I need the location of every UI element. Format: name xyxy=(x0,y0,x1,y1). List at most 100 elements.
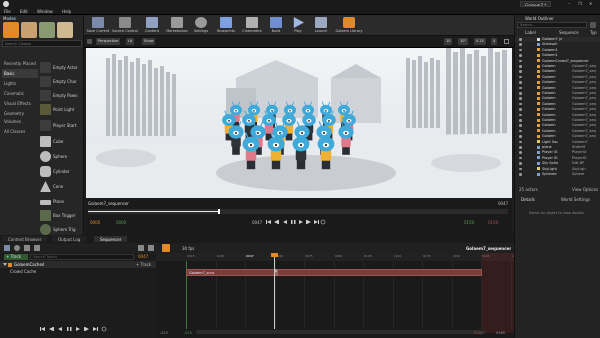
maximize-viewport-icon[interactable] xyxy=(504,39,509,44)
outliner-search-input[interactable]: Search... xyxy=(517,22,587,28)
col-label-header[interactable]: Label xyxy=(525,30,536,35)
visibility-eye-icon[interactable] xyxy=(519,162,522,165)
outliner-row[interactable]: Golaem Golaem7_seq xyxy=(515,134,600,139)
add-track-button[interactable]: + Track xyxy=(4,254,28,260)
visibility-eye-icon[interactable] xyxy=(519,173,522,176)
timeline-scrollbar[interactable] xyxy=(196,330,486,334)
outliner-row[interactable]: Golaem7 (e xyxy=(515,37,600,42)
menu-window[interactable]: Window xyxy=(33,8,57,15)
timeline-playhead[interactable] xyxy=(218,209,221,214)
outliner-row[interactable]: Golaem Golaem7_seq xyxy=(515,129,600,134)
category-recently-placed[interactable]: Recently Placed xyxy=(2,59,38,68)
paint-mode-icon[interactable] xyxy=(21,22,37,38)
outliner-row[interactable]: Light Sou Golaem7 xyxy=(515,140,600,145)
col-type-header[interactable]: Typ xyxy=(590,30,597,35)
source-control-button[interactable]: Source Control xyxy=(111,15,139,36)
place-plane[interactable]: Plane xyxy=(40,195,82,208)
track-row-golaem[interactable]: GolaemCached + Track xyxy=(0,261,156,268)
visibility-eye-icon[interactable] xyxy=(519,135,522,138)
place-box-trigger[interactable]: Box Trigger xyxy=(40,209,82,222)
play-button[interactable]: Play xyxy=(287,15,309,36)
details-tab[interactable]: Details xyxy=(521,197,535,202)
playhead-handle[interactable] xyxy=(271,253,278,257)
place-cube[interactable]: Cube xyxy=(40,135,82,148)
menu-help[interactable]: Help xyxy=(58,8,75,15)
visibility-eye-icon[interactable] xyxy=(519,65,522,68)
show-dropdown[interactable]: Show xyxy=(142,38,156,45)
sequencer-settings-icon[interactable] xyxy=(34,245,40,251)
sequencer-transport[interactable] xyxy=(40,326,110,332)
visibility-eye-icon[interactable] xyxy=(519,86,522,90)
place-player-start[interactable]: Player Start xyxy=(40,119,82,132)
scene-render[interactable] xyxy=(86,48,512,198)
outliner-row[interactable]: Golaem Golaem7_seq xyxy=(515,80,600,85)
build-button[interactable]: Build xyxy=(265,15,287,36)
viewport-timeline-bar[interactable] xyxy=(88,209,508,214)
outliner-row[interactable]: Golaem Golaem7_seq xyxy=(515,91,600,96)
category-lights[interactable]: Lights xyxy=(2,79,38,88)
outliner-row[interactable]: Golaem Golaem7_seq xyxy=(515,86,600,91)
outliner-row[interactable]: Golaem Golaem7_seq xyxy=(515,96,600,101)
category-all-classes[interactable]: All Classes xyxy=(2,127,38,136)
world-settings-tab[interactable]: World Settings xyxy=(561,197,590,202)
visibility-eye-icon[interactable] xyxy=(519,75,522,79)
visibility-eye-icon[interactable] xyxy=(519,59,522,63)
sequencer-render-icon[interactable] xyxy=(24,245,30,251)
place-empty-character[interactable]: Empty Char xyxy=(40,75,82,88)
outliner-row[interactable]: Player St PlayerSt xyxy=(515,156,600,161)
outliner-row[interactable]: Golaem Golaem7_seq xyxy=(515,118,600,123)
fps-dropdown[interactable]: 30 fps xyxy=(182,246,194,251)
visibility-eye-icon[interactable] xyxy=(519,70,522,73)
track-row-crowd-cache[interactable]: Crowd Cache xyxy=(10,269,36,274)
place-cylinder[interactable]: Cylinder xyxy=(40,165,82,178)
settings-button[interactable]: Settings xyxy=(190,15,212,36)
cinematics-button[interactable]: Cinematics xyxy=(239,15,265,36)
minimize-button[interactable]: – xyxy=(568,1,570,6)
visibility-eye-icon[interactable] xyxy=(519,119,522,122)
sequencer-find-icon[interactable] xyxy=(14,245,20,251)
viewport-transport-controls[interactable] xyxy=(266,219,326,225)
grid-snap-value[interactable]: 10 xyxy=(444,38,453,45)
visibility-eye-icon[interactable] xyxy=(519,48,522,52)
launch-button[interactable]: Launch xyxy=(310,15,332,36)
col-sequence-header[interactable]: Sequence xyxy=(559,30,579,35)
outliner-row[interactable]: Sky Sphe Edit BP xyxy=(515,161,600,166)
outliner-row[interactable]: Golaem Golaem7_seq xyxy=(515,123,600,128)
rotation-snap-value[interactable]: 10° xyxy=(458,38,469,45)
category-visual-effects[interactable]: Visual Effects xyxy=(2,99,38,108)
marketplace-button[interactable]: Marketplace xyxy=(164,15,190,36)
blueprints-button[interactable]: Blueprints xyxy=(214,15,238,36)
outliner-row[interactable]: Player St PlayerSt xyxy=(515,150,600,155)
track-add-button[interactable]: + Track xyxy=(136,262,151,267)
search-classes-input[interactable]: Search Classes xyxy=(2,40,82,47)
sequencer-save-icon[interactable] xyxy=(4,245,10,251)
foliage-mode-icon[interactable] xyxy=(57,22,73,38)
visibility-eye-icon[interactable] xyxy=(519,140,522,144)
menu-edit[interactable]: Edit xyxy=(16,8,32,15)
menu-file[interactable]: File xyxy=(0,8,15,15)
visibility-eye-icon[interactable] xyxy=(519,156,522,160)
visibility-eye-icon[interactable] xyxy=(519,146,522,149)
visibility-eye-icon[interactable] xyxy=(519,102,522,106)
landscape-mode-icon[interactable] xyxy=(39,22,55,38)
outliner-row[interactable]: SkyLight SkyLigh xyxy=(515,167,600,172)
place-empty-pawn[interactable]: Empty Pawn xyxy=(40,89,82,102)
visibility-eye-icon[interactable] xyxy=(519,43,522,46)
maximize-button[interactable]: ❐ xyxy=(578,1,582,6)
outliner-row[interactable]: Golaem Golaem7_seq xyxy=(515,64,600,69)
place-empty-actor[interactable]: Empty Actor xyxy=(40,61,82,74)
outliner-row[interactable]: Golaem Golaem7_seq xyxy=(515,75,600,80)
expand-arrow-icon[interactable] xyxy=(3,263,7,266)
save-current-button[interactable]: Save Current xyxy=(86,15,110,36)
outliner-row[interactable]: Golaem Golaem7_seq xyxy=(515,113,600,118)
outliner-row[interactable]: GolaemCrowd7_sequencer xyxy=(515,59,600,64)
outliner-row[interactable]: Golaem Golaem7_seq xyxy=(515,107,600,112)
visibility-eye-icon[interactable] xyxy=(519,151,522,154)
outliner-row[interactable]: Golaem Golaem7_seq xyxy=(515,102,600,107)
sequencer-playhead[interactable] xyxy=(274,253,275,329)
visibility-eye-icon[interactable] xyxy=(519,108,522,111)
outliner-row[interactable]: Golaem Golaem7_seq xyxy=(515,69,600,74)
golaem-library-button[interactable]: Golaem Library xyxy=(334,15,364,36)
sequencer-camera-icon[interactable] xyxy=(148,245,154,251)
outliner-row[interactable]: Golaem1 xyxy=(515,53,600,58)
